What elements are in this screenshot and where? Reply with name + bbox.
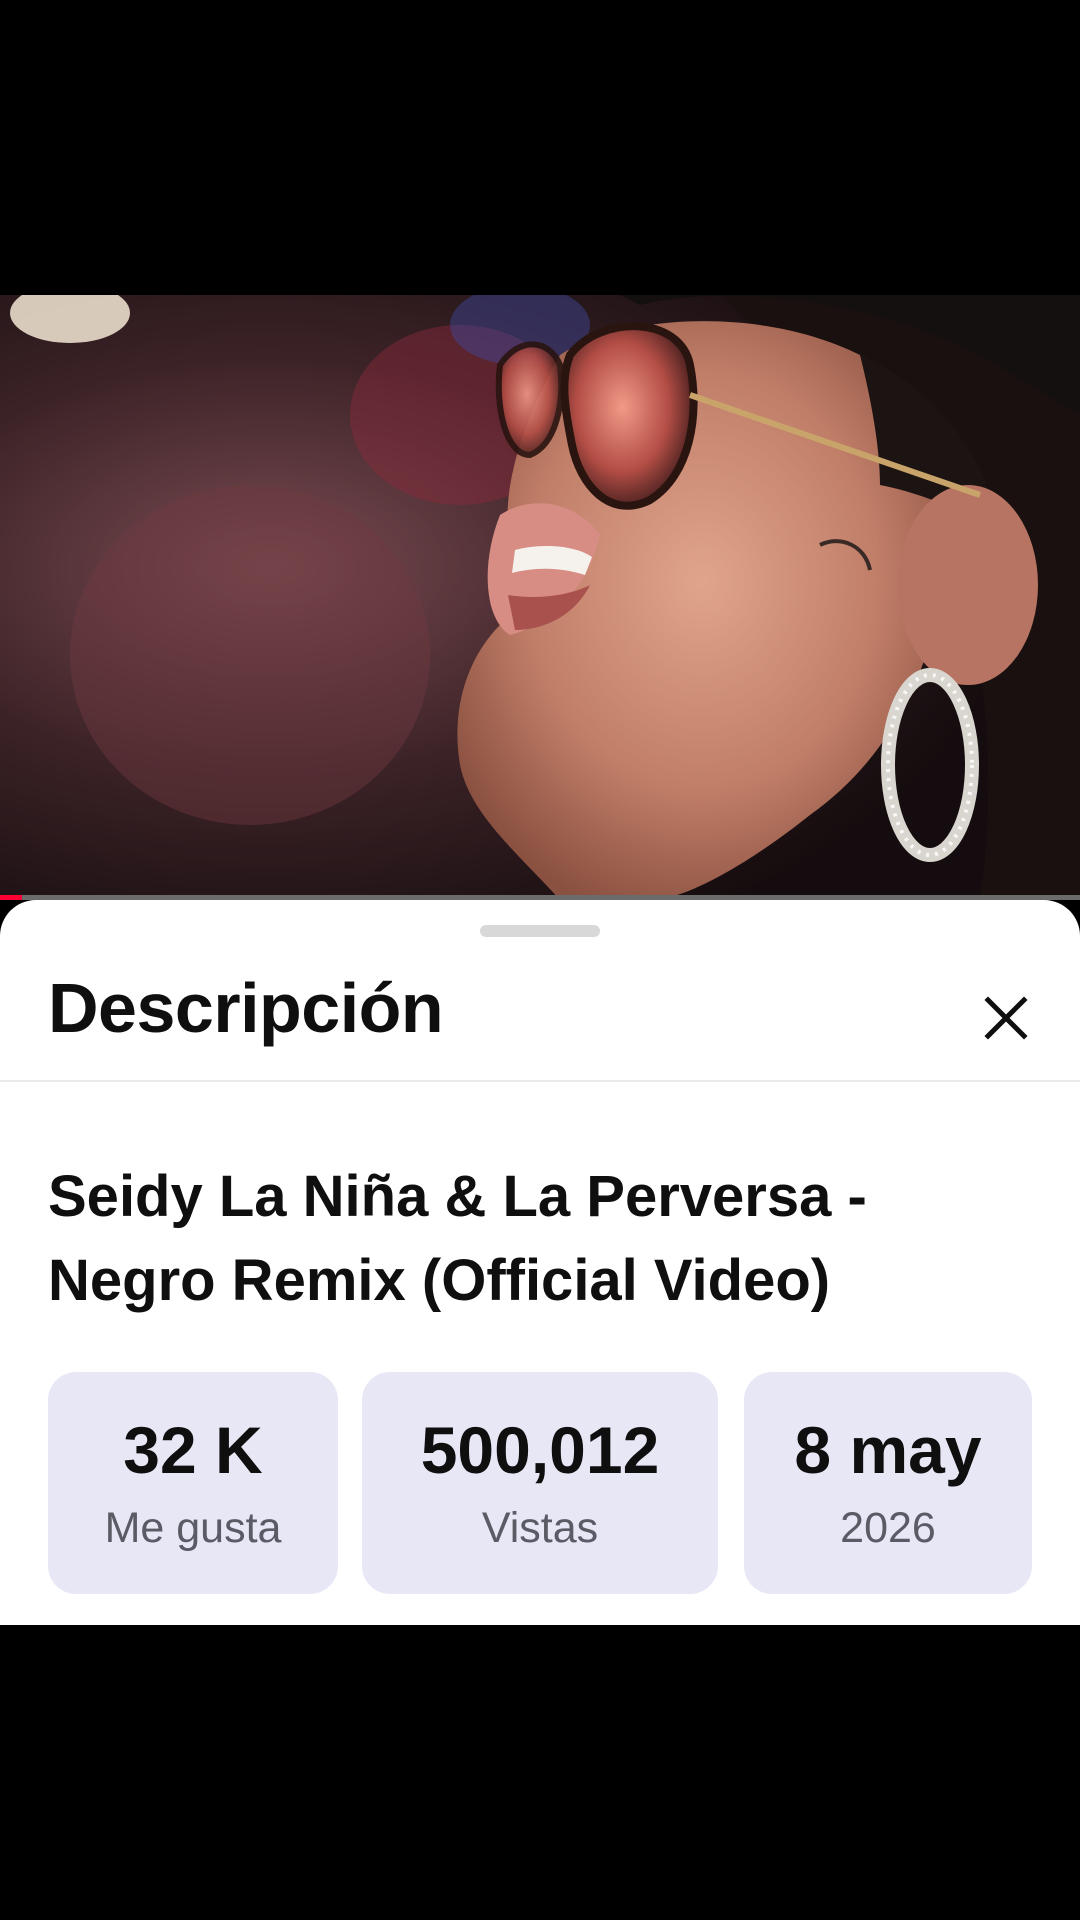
likes-count: 32 K [123,1413,263,1487]
close-button[interactable] [970,982,1042,1054]
stat-date: 8 may 2026 [744,1372,1032,1594]
stat-likes: 32 K Me gusta [48,1372,338,1594]
video-player[interactable] [0,295,1080,900]
video-progress-fill [0,895,22,900]
video-frame [0,295,1080,900]
date-year: 2026 [840,1504,936,1552]
date-day-month: 8 may [794,1413,982,1487]
views-count: 500,012 [420,1413,660,1487]
close-icon [984,996,1028,1040]
drag-handle[interactable] [480,925,600,937]
views-label: Vistas [481,1504,599,1552]
description-header: Descripción [0,940,1080,1080]
stat-views: 500,012 Vistas [362,1372,718,1594]
description-title: Descripción [48,969,444,1047]
letterbox-bottom [0,1625,1080,1920]
description-sheet: Descripción Seidy La Niña & La Perversa … [0,900,1080,1625]
video-title: Seidy La Niña & La Perversa - Negro Remi… [48,1164,867,1313]
screen: Descripción Seidy La Niña & La Perversa … [0,0,1080,1920]
header-divider [0,1080,1080,1082]
stats-row: 32 K Me gusta 500,012 Vistas 8 may 2026 [48,1372,1032,1594]
letterbox-top [0,0,1080,295]
likes-label: Me gusta [104,1504,282,1552]
